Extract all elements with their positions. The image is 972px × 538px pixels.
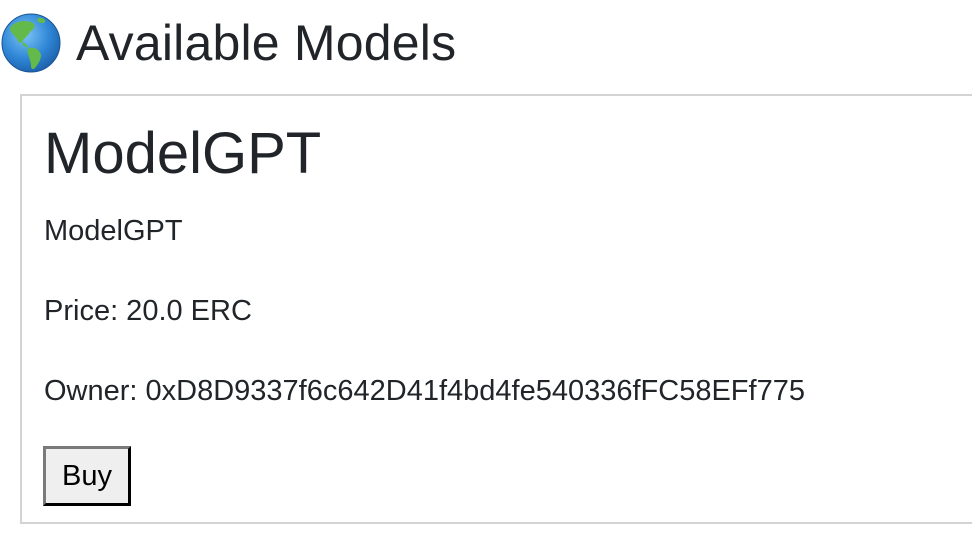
globe-icon bbox=[0, 12, 62, 74]
model-name: ModelGPT bbox=[44, 121, 322, 186]
model-card: ModelGPT ModelGPT Price: 20.0 ERC Owner:… bbox=[20, 94, 972, 524]
buy-button[interactable]: Buy bbox=[43, 446, 131, 506]
model-price: Price: 20.0 ERC bbox=[44, 295, 252, 327]
model-description: ModelGPT bbox=[44, 215, 183, 247]
model-owner: Owner: 0xD8D9337f6c642D41f4bd4fe540336fF… bbox=[44, 375, 805, 407]
page-header: Available Models bbox=[0, 0, 456, 86]
page: Available Models ModelGPT ModelGPT Price… bbox=[0, 0, 972, 538]
page-title: Available Models bbox=[76, 15, 457, 71]
